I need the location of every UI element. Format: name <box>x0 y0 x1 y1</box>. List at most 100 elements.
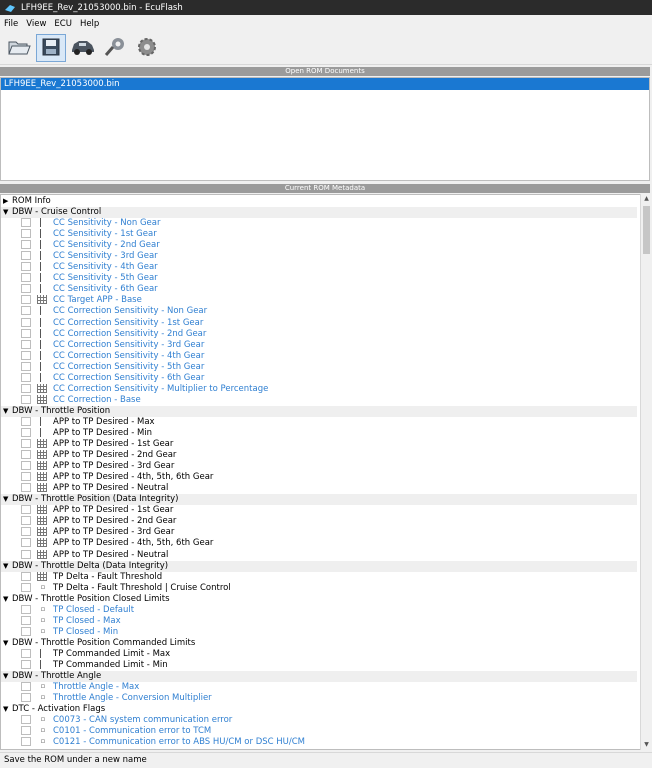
item-checkbox[interactable] <box>21 273 31 283</box>
item-checkbox[interactable] <box>21 538 31 548</box>
item-checkbox[interactable] <box>21 262 31 272</box>
tree-category[interactable]: ▼ DTC - Activation Flags <box>1 704 637 715</box>
tree-item[interactable]: APP to TP Desired - 3rd Gear <box>1 527 637 538</box>
tree-item[interactable]: APP to TP Desired - 3rd Gear <box>1 461 637 472</box>
tree-item[interactable]: APP to TP Desired - 2nd Gear <box>1 516 637 527</box>
item-checkbox[interactable] <box>21 726 31 736</box>
tree-item[interactable]: CC Correction Sensitivity - 4th Gear <box>1 350 637 362</box>
tree-category[interactable]: ▼ DBW - Throttle Position (Data Integrity… <box>1 494 637 506</box>
ecu-tools-button[interactable] <box>100 34 130 62</box>
tree-category[interactable]: ▼ DBW - Throttle Delta (Data Integrity) <box>1 560 637 572</box>
tree-item[interactable]: CC Correction Sensitivity - 2nd Gear <box>1 328 637 340</box>
tree-item[interactable]: TP Closed - Default <box>1 604 637 616</box>
tree-item[interactable]: CC Sensitivity - 4th Gear <box>1 262 637 273</box>
tree-category[interactable]: ▼ DBW - Throttle Position Closed Limits <box>1 594 637 605</box>
item-checkbox[interactable] <box>21 505 31 515</box>
item-checkbox[interactable] <box>21 461 31 471</box>
item-checkbox[interactable] <box>21 427 31 437</box>
item-checkbox[interactable] <box>21 295 31 305</box>
tree-item[interactable]: TP Commanded Limit - Min <box>1 659 637 671</box>
item-checkbox[interactable] <box>21 659 31 669</box>
tree-item[interactable]: C0121 - Communication error to ABS HU/CM… <box>1 737 637 748</box>
tree-item[interactable]: Throttle Angle - Max <box>1 682 637 693</box>
tree-item[interactable]: APP to TP Desired - Min <box>1 427 637 439</box>
tree-item[interactable]: APP to TP Desired - Neutral <box>1 483 637 494</box>
item-checkbox[interactable] <box>21 615 31 625</box>
item-checkbox[interactable] <box>21 361 31 371</box>
item-checkbox[interactable] <box>21 251 31 261</box>
settings-button[interactable] <box>132 34 162 62</box>
collapse-arrow-icon[interactable]: ▼ <box>3 561 12 572</box>
tree-item[interactable]: APP to TP Desired - Max <box>1 416 637 428</box>
tree-category[interactable]: ▼ DBW - Throttle Position Commanded Limit… <box>1 638 637 649</box>
tree-item[interactable]: CC Sensitivity - 3rd Gear <box>1 251 637 262</box>
item-checkbox[interactable] <box>21 604 31 614</box>
expand-arrow-icon[interactable]: ▶ <box>3 196 12 207</box>
open-rom-button[interactable] <box>4 34 34 62</box>
tree-item[interactable]: APP to TP Desired - Neutral <box>1 549 637 561</box>
item-checkbox[interactable] <box>21 317 31 327</box>
item-checkbox[interactable] <box>21 350 31 360</box>
item-checkbox[interactable] <box>21 737 31 747</box>
tree-item[interactable]: APP to TP Desired - 1st Gear <box>1 505 637 516</box>
tree-category[interactable]: ▶ ROM Info <box>1 196 637 207</box>
scroll-up-icon[interactable]: ▲ <box>641 194 652 204</box>
tree-item[interactable]: TP Delta - Fault Threshold | Cruise Cont… <box>1 582 637 594</box>
tree-item[interactable]: CC Correction Sensitivity - 3rd Gear <box>1 339 637 351</box>
item-checkbox[interactable] <box>21 682 31 692</box>
item-checkbox[interactable] <box>21 483 31 493</box>
item-checkbox[interactable] <box>21 339 31 349</box>
vehicle-button[interactable] <box>68 34 98 62</box>
item-checkbox[interactable] <box>21 240 31 250</box>
item-checkbox[interactable] <box>21 715 31 725</box>
tree-item[interactable]: APP to TP Desired - 1st Gear <box>1 439 637 450</box>
save-rom-button[interactable] <box>36 34 66 62</box>
item-checkbox[interactable] <box>21 394 31 404</box>
item-checkbox[interactable] <box>21 527 31 537</box>
collapse-arrow-icon[interactable]: ▼ <box>3 207 12 218</box>
tree-item[interactable]: TP Closed - Min <box>1 626 637 638</box>
tree-item[interactable]: CC Sensitivity - Non Gear <box>1 218 637 229</box>
menu-ecu[interactable]: ECU <box>54 19 72 29</box>
item-checkbox[interactable] <box>21 648 31 658</box>
item-checkbox[interactable] <box>21 218 31 228</box>
item-checkbox[interactable] <box>21 383 31 393</box>
tree-item[interactable]: APP to TP Desired - 4th, 5th, 6th Gear <box>1 472 637 483</box>
tree-scrollbar[interactable]: ▲ ▼ <box>640 194 652 750</box>
item-checkbox[interactable] <box>21 328 31 338</box>
item-checkbox[interactable] <box>21 549 31 559</box>
item-checkbox[interactable] <box>21 229 31 239</box>
item-checkbox[interactable] <box>21 582 31 592</box>
item-checkbox[interactable] <box>21 693 31 703</box>
collapse-arrow-icon[interactable]: ▼ <box>3 406 12 417</box>
item-checkbox[interactable] <box>21 516 31 526</box>
item-checkbox[interactable] <box>21 284 31 294</box>
item-checkbox[interactable] <box>21 372 31 382</box>
item-checkbox[interactable] <box>21 306 31 316</box>
tree-item[interactable]: CC Sensitivity - 6th Gear <box>1 284 637 295</box>
item-checkbox[interactable] <box>21 472 31 482</box>
tree-item[interactable]: CC Sensitivity - 2nd Gear <box>1 240 637 251</box>
collapse-arrow-icon[interactable]: ▼ <box>3 671 12 682</box>
collapse-arrow-icon[interactable]: ▼ <box>3 594 12 605</box>
scroll-thumb[interactable] <box>643 206 650 254</box>
tree-item[interactable]: CC Correction Sensitivity - Non Gear <box>1 306 637 317</box>
collapse-arrow-icon[interactable]: ▼ <box>3 704 12 715</box>
menu-view[interactable]: View <box>26 19 46 29</box>
tree-item[interactable]: TP Delta - Fault Threshold <box>1 571 637 583</box>
menu-help[interactable]: Help <box>80 19 99 29</box>
tree-item[interactable]: CC Correction - Base <box>1 394 637 406</box>
tree-item[interactable]: Throttle Angle - Conversion Multiplier <box>1 693 637 704</box>
tree-item[interactable]: C0101 - Communication error to TCM <box>1 726 637 737</box>
tree-item[interactable]: TP Closed - Max <box>1 615 637 627</box>
tree-item[interactable]: CC Target APP - Base <box>1 295 637 306</box>
item-checkbox[interactable] <box>21 439 31 449</box>
collapse-arrow-icon[interactable]: ▼ <box>3 638 12 649</box>
tree-category[interactable]: ▼ DBW - Throttle Position <box>1 405 637 417</box>
tree-item[interactable]: CC Correction Sensitivity - Multiplier t… <box>1 383 637 395</box>
collapse-arrow-icon[interactable]: ▼ <box>3 494 12 505</box>
item-checkbox[interactable] <box>21 626 31 636</box>
tree-item[interactable]: CC Sensitivity - 5th Gear <box>1 273 637 284</box>
item-checkbox[interactable] <box>21 450 31 460</box>
item-checkbox[interactable] <box>21 416 31 426</box>
